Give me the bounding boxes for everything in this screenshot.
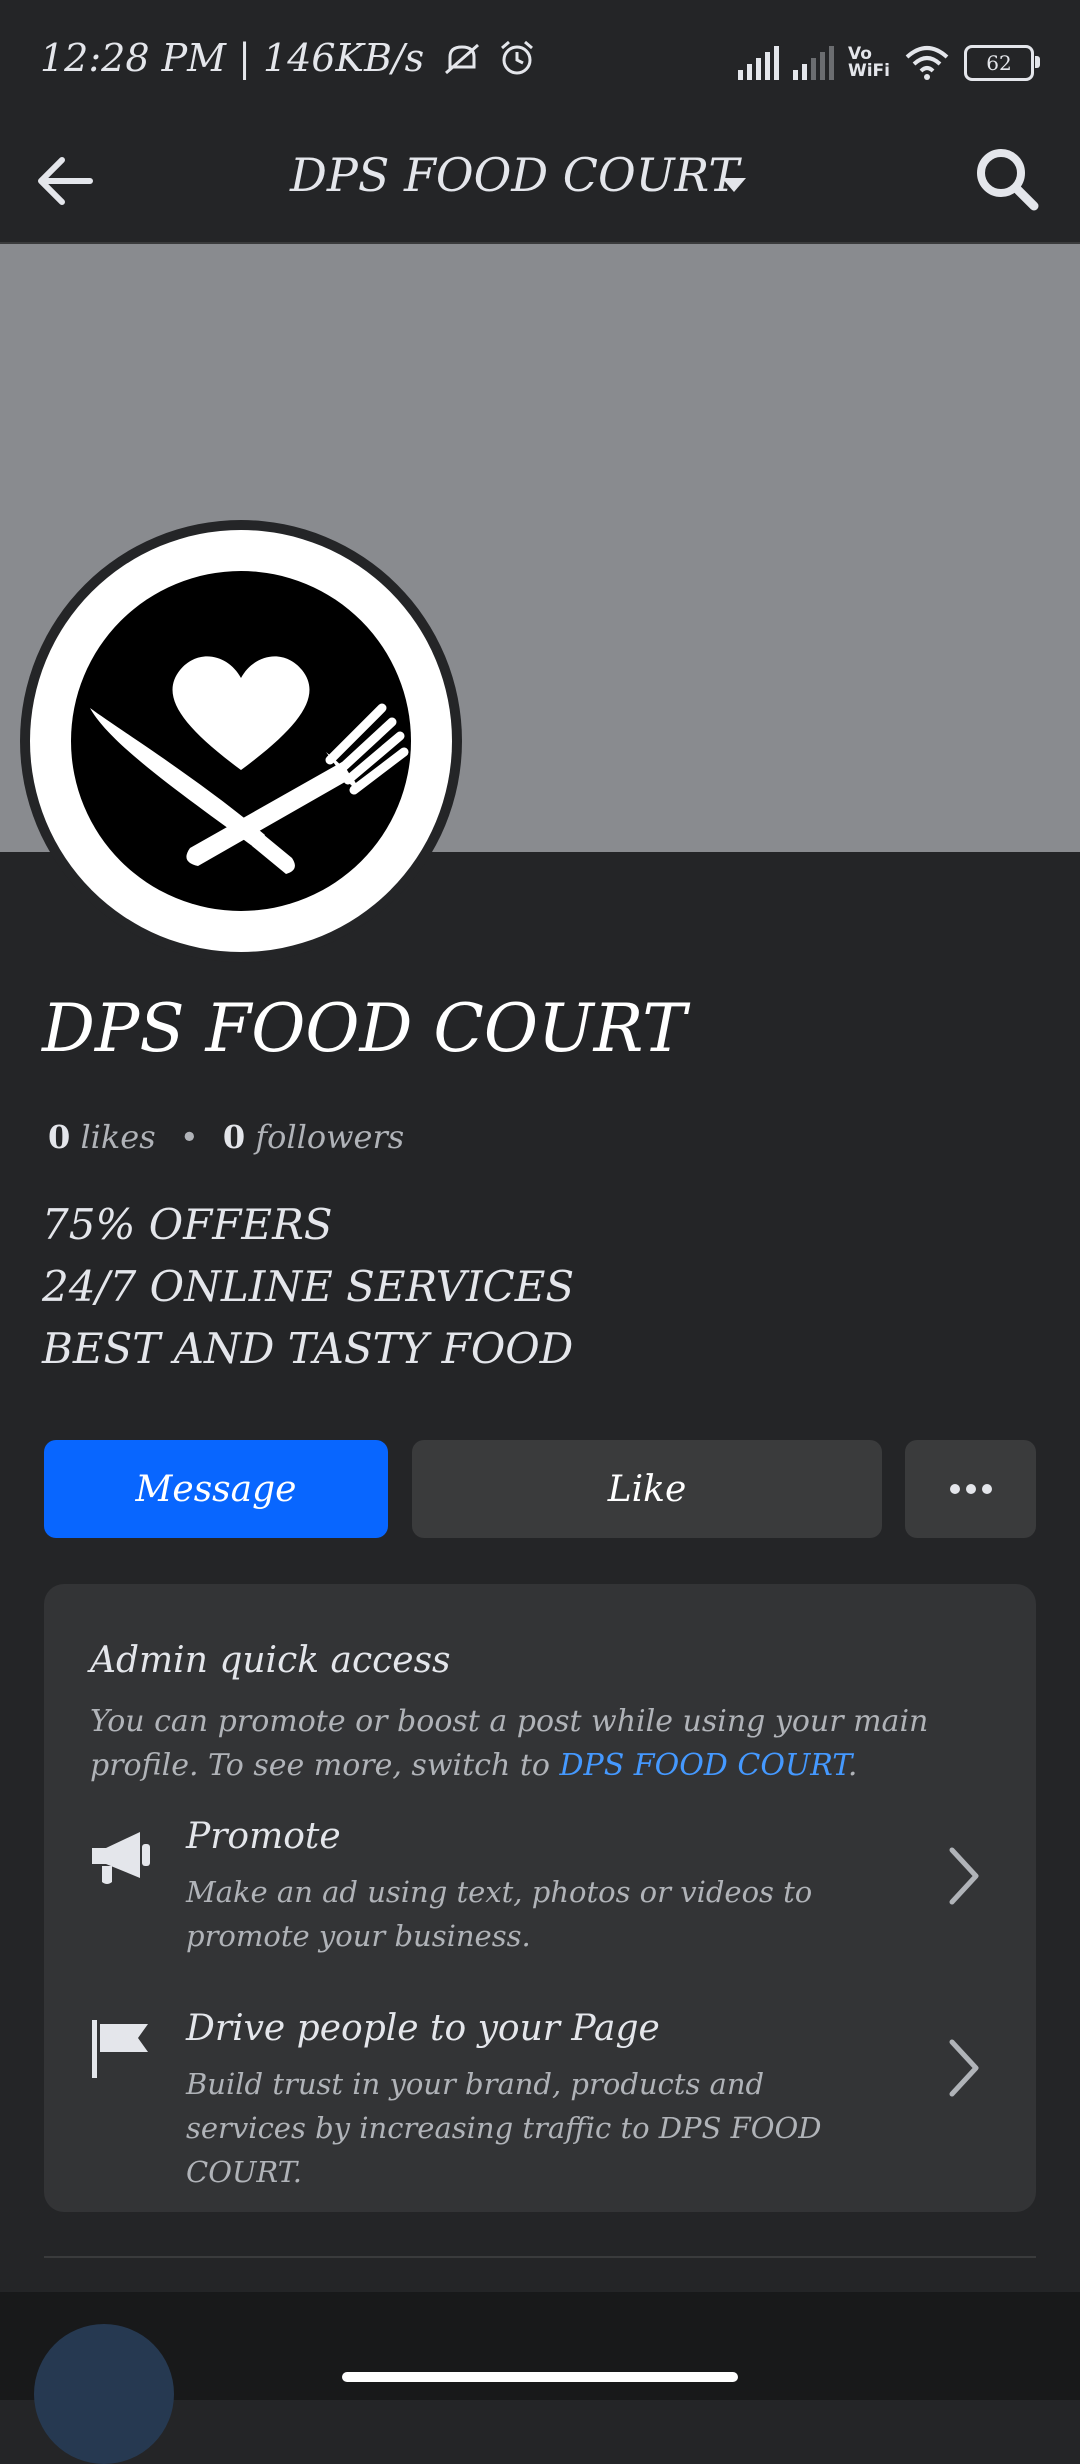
wifi-icon — [905, 46, 949, 80]
food-logo-icon — [43, 543, 439, 939]
card-description: You can promote or boost a post while us… — [90, 1700, 1030, 1788]
promote-title: Promote — [186, 1816, 341, 1857]
followers-count: 0 — [222, 1118, 246, 1156]
message-button-label: Message — [135, 1468, 297, 1510]
home-indicator[interactable] — [342, 2372, 738, 2382]
like-button[interactable]: Like — [412, 1440, 882, 1538]
nav-title[interactable]: DPS FOOD COURT — [290, 148, 739, 202]
drive-people-description: Build trust in your brand, products and … — [186, 2067, 822, 2189]
next-section-avatar — [34, 2324, 174, 2464]
chevron-right-icon — [949, 2039, 979, 2097]
like-button-label: Like — [607, 1468, 687, 1510]
card-title: Admin quick access — [90, 1640, 451, 1681]
bio-line: 24/7 ONLINE SERVICES — [42, 1262, 575, 1311]
drive-people-row[interactable]: Drive people to your Page Build trust in… — [44, 1996, 1036, 2189]
admin-quick-access-card: Admin quick access You can promote or bo… — [44, 1584, 1036, 2212]
message-button[interactable]: Message — [44, 1440, 388, 1538]
page-stats: 0 likes • 0 followers — [48, 1118, 404, 1156]
top-nav: DPS FOOD COURT — [0, 126, 1080, 244]
chevron-right-icon — [949, 1847, 979, 1905]
switch-page-link[interactable]: DPS FOOD COURT — [559, 1748, 847, 1783]
drive-people-title: Drive people to your Page — [186, 2008, 660, 2049]
more-icon — [949, 1484, 992, 1494]
signal-icon — [737, 46, 779, 80]
megaphone-icon — [92, 1832, 150, 1884]
likes-label: likes — [80, 1118, 156, 1156]
section-divider — [44, 2256, 1036, 2258]
promote-description: Make an ad using text, photos or videos … — [186, 1875, 813, 1953]
battery-icon: 62 — [964, 45, 1040, 81]
page-name: DPS FOOD COURT — [42, 990, 687, 1067]
status-icons: Vo WiFi 62 — [737, 40, 1040, 86]
back-arrow-icon[interactable] — [30, 146, 100, 216]
likes-count: 0 — [48, 1118, 71, 1156]
bio-line: BEST AND TASTY FOOD — [42, 1324, 574, 1373]
signal-2-icon — [792, 46, 834, 80]
followers-label: followers — [255, 1118, 405, 1156]
page-bio: 75% OFFERS 24/7 ONLINE SERVICES BEST AND… — [42, 1194, 574, 1380]
flag-icon — [92, 2020, 148, 2078]
battery-level: 62 — [986, 51, 1012, 75]
vowifi-label: Vo WiFi — [847, 44, 890, 81]
bio-line: 75% OFFERS — [42, 1200, 333, 1249]
card-description-end: . — [847, 1748, 858, 1783]
status-bar: 12:28 PM | 146KB/s Vo WiFi 62 — [0, 0, 1080, 126]
mute-icon — [445, 43, 480, 75]
status-time: 12:28 PM | 146KB/s — [40, 36, 536, 80]
search-icon[interactable] — [970, 142, 1044, 216]
alarm-icon — [501, 40, 534, 75]
more-button[interactable] — [905, 1440, 1036, 1538]
caret-down-icon[interactable] — [716, 166, 752, 202]
profile-avatar[interactable] — [30, 530, 452, 952]
stats-separator: • — [179, 1118, 199, 1156]
promote-row[interactable]: Promote Make an ad using text, photos or… — [44, 1804, 1036, 1974]
